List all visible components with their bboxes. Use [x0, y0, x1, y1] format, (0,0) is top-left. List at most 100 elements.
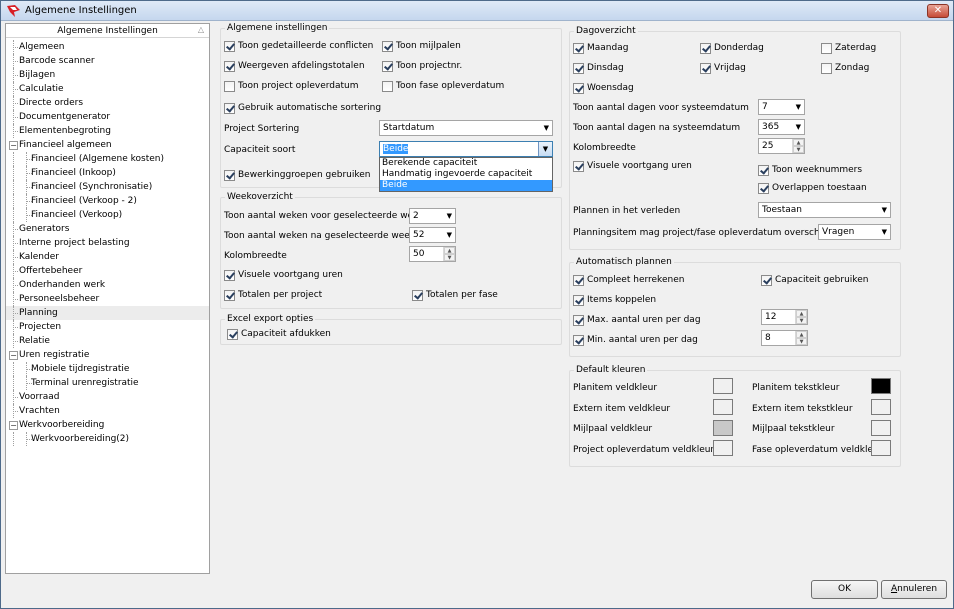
collapse-icon[interactable]: − — [9, 141, 18, 150]
sidebar-item[interactable]: Financieel (Algemene kosten) — [6, 152, 209, 166]
sidebar-item[interactable]: Planning — [6, 306, 209, 320]
totalen-per-project-checkbox[interactable]: Totalen per project — [224, 289, 322, 301]
dropdown-option[interactable]: Handmatig ingevoerde capaciteit — [380, 169, 552, 180]
maandag-checkbox[interactable]: Maandag — [573, 42, 628, 54]
vrijdag-checkbox[interactable]: Vrijdag — [700, 62, 746, 74]
dropdown-option[interactable]: Beide — [380, 180, 552, 191]
overlappen-toestaan-checkbox[interactable]: Overlappen toestaan — [758, 182, 867, 194]
weken-voor-label: Toon aantal weken voor geselecteerde wee… — [224, 211, 424, 221]
group-title: Automatisch plannen — [574, 257, 674, 267]
sidebar-item[interactable]: Personeelsbeheer — [6, 292, 209, 306]
planitem-veldkleur-swatch[interactable] — [713, 378, 733, 394]
capaciteit-afdukken-checkbox[interactable]: Capaciteit afdukken — [227, 328, 331, 340]
sidebar-item[interactable]: Documentgenerator — [6, 110, 209, 124]
week-kolombreedte-label: Kolombreedte — [224, 251, 287, 261]
afdelingstotalen-checkbox[interactable]: Weergeven afdelingstotalen — [224, 60, 365, 72]
project-sortering-select[interactable]: Startdatum ▼ — [379, 120, 553, 136]
zaterdag-checkbox[interactable]: Zaterdag — [821, 42, 876, 54]
automatische-sortering-checkbox[interactable]: Gebruik automatische sortering — [224, 102, 381, 114]
sidebar-header[interactable]: Algemene Instellingen △ — [6, 24, 209, 38]
sort-arrow-icon[interactable]: △ — [198, 25, 204, 34]
sidebar-item[interactable]: Onderhanden werk — [6, 278, 209, 292]
chevron-down-icon: ▼ — [795, 123, 801, 131]
sidebar-item[interactable]: Interne project belasting — [6, 236, 209, 250]
mijlpaal-veldkleur-swatch[interactable] — [713, 420, 733, 436]
dag-kolombreedte-spinner[interactable]: 25 ▲ ▼ — [758, 138, 805, 154]
compleet-herrekenen-checkbox[interactable]: Compleet herrekenen — [573, 274, 684, 286]
annuleren-button[interactable]: Annuleren — [881, 580, 947, 599]
sidebar-item[interactable]: − Financieel algemeen — [6, 138, 209, 152]
min-uren-checkbox[interactable]: Min. aantal uren per dag — [573, 334, 698, 346]
totalen-per-fase-checkbox[interactable]: Totalen per fase — [412, 289, 498, 301]
sidebar-item[interactable]: − Werkvoorbereiding — [6, 418, 209, 432]
sidebar-item[interactable]: Offertebeheer — [6, 264, 209, 278]
max-uren-spinner[interactable]: 12 ▲ ▼ — [761, 309, 808, 325]
sidebar-item[interactable]: Werkvoorbereiding(2) — [6, 432, 209, 446]
sidebar-item[interactable]: Voorraad — [6, 390, 209, 404]
sidebar-item[interactable]: Financieel (Inkoop) — [6, 166, 209, 180]
sidebar-item-label: Interne project belasting — [19, 238, 130, 248]
fase-opleverdatum-checkbox[interactable]: Toon fase opleverdatum — [382, 80, 504, 92]
collapse-icon[interactable]: − — [9, 421, 18, 430]
sidebar-item[interactable]: Calculatie — [6, 82, 209, 96]
sidebar-item[interactable]: Directe orders — [6, 96, 209, 110]
sidebar-item[interactable]: Kalender — [6, 250, 209, 264]
toon-conflicten-checkbox[interactable]: Toon gedetailleerde conflicten — [224, 40, 373, 52]
toon-projectnr-checkbox[interactable]: Toon projectnr. — [382, 60, 462, 72]
max-uren-checkbox[interactable]: Max. aantal uren per dag — [573, 314, 701, 326]
group-title: Dagoverzicht — [574, 26, 638, 36]
sidebar-item-label: Personeelsbeheer — [19, 294, 100, 304]
overschrijden-select[interactable]: Vragen ▼ — [818, 224, 891, 240]
sidebar-item[interactable]: − Uren registratie — [6, 348, 209, 362]
sidebar-item[interactable]: Mobiele tijdregistratie — [6, 362, 209, 376]
sidebar-item[interactable]: Projecten — [6, 320, 209, 334]
sidebar-item[interactable]: Generators — [6, 222, 209, 236]
planitem-tekstkleur-swatch[interactable] — [871, 378, 891, 394]
zondag-checkbox[interactable]: Zondag — [821, 62, 869, 74]
sidebar-item[interactable]: Bijlagen — [6, 68, 209, 82]
project-veldkleur-swatch[interactable] — [713, 440, 733, 456]
project-veldkleur-label: Project opleverdatum veldkleur — [573, 445, 715, 455]
min-uren-spinner[interactable]: 8 ▲ ▼ — [761, 330, 808, 346]
woensdag-checkbox[interactable]: Woensdag — [573, 82, 634, 94]
project-opleverdatum-checkbox[interactable]: Toon project opleverdatum — [224, 80, 359, 92]
dagen-na-select[interactable]: 365 ▼ — [758, 119, 805, 135]
verleden-select[interactable]: Toestaan ▼ — [758, 202, 891, 218]
weken-na-select[interactable]: 52 ▼ — [409, 227, 456, 243]
extern-tekstkleur-swatch[interactable] — [871, 399, 891, 415]
sidebar-item[interactable]: Financieel (Verkoop) — [6, 208, 209, 222]
dinsdag-checkbox[interactable]: Dinsdag — [573, 62, 624, 74]
ok-button[interactable]: OK — [811, 580, 878, 599]
toon-mijlpalen-checkbox[interactable]: Toon mijlpalen — [382, 40, 461, 52]
dropdown-option[interactable]: Berekende capaciteit — [380, 158, 552, 169]
items-koppelen-checkbox[interactable]: Items koppelen — [573, 294, 656, 306]
sidebar-item[interactable]: Relatie — [6, 334, 209, 348]
weken-voor-select[interactable]: 2 ▼ — [409, 208, 456, 224]
collapse-icon[interactable]: − — [9, 351, 18, 360]
close-icon[interactable]: ✕ — [927, 4, 949, 18]
toon-weeknummers-checkbox[interactable]: Toon weeknummers — [758, 164, 862, 176]
sidebar-item[interactable]: Vrachten — [6, 404, 209, 418]
verleden-label: Plannen in het verleden — [573, 206, 681, 216]
sidebar-item[interactable]: Algemeen — [6, 40, 209, 54]
donderdag-checkbox[interactable]: Donderdag — [700, 42, 764, 54]
week-visuele-voortgang-checkbox[interactable]: Visuele voortgang uren — [224, 269, 343, 281]
sidebar-item-label: Terminal urenregistratie — [31, 378, 139, 388]
sidebar-item[interactable]: Financieel (Synchronisatie) — [6, 180, 209, 194]
capaciteit-soort-select[interactable]: Beide ▼ — [379, 141, 553, 157]
sidebar-item[interactable]: Elementenbegroting — [6, 124, 209, 138]
dag-visuele-voortgang-checkbox[interactable]: Visuele voortgang uren — [573, 160, 692, 172]
week-kolombreedte-spinner[interactable]: 50 ▲ ▼ — [409, 246, 456, 262]
sidebar-item-label: Algemeen — [19, 42, 65, 52]
extern-veldkleur-swatch[interactable] — [713, 399, 733, 415]
mijlpaal-tekstkleur-swatch[interactable] — [871, 420, 891, 436]
fase-veldkleur-swatch[interactable] — [871, 440, 891, 456]
settings-tree: Algemeen Barcode scanner Bijlagen Calculati… — [6, 40, 209, 446]
chevron-down-icon: ▼ — [881, 206, 887, 214]
sidebar-item[interactable]: Terminal urenregistratie — [6, 376, 209, 390]
sidebar-item[interactable]: Financieel (Verkoop - 2) — [6, 194, 209, 208]
sidebar-item[interactable]: Barcode scanner — [6, 54, 209, 68]
dagen-voor-select[interactable]: 7 ▼ — [758, 99, 805, 115]
bewerkinggroepen-checkbox[interactable]: Bewerkinggroepen gebruiken — [224, 169, 371, 181]
capaciteit-gebruiken-checkbox[interactable]: Capaciteit gebruiken — [761, 274, 868, 286]
